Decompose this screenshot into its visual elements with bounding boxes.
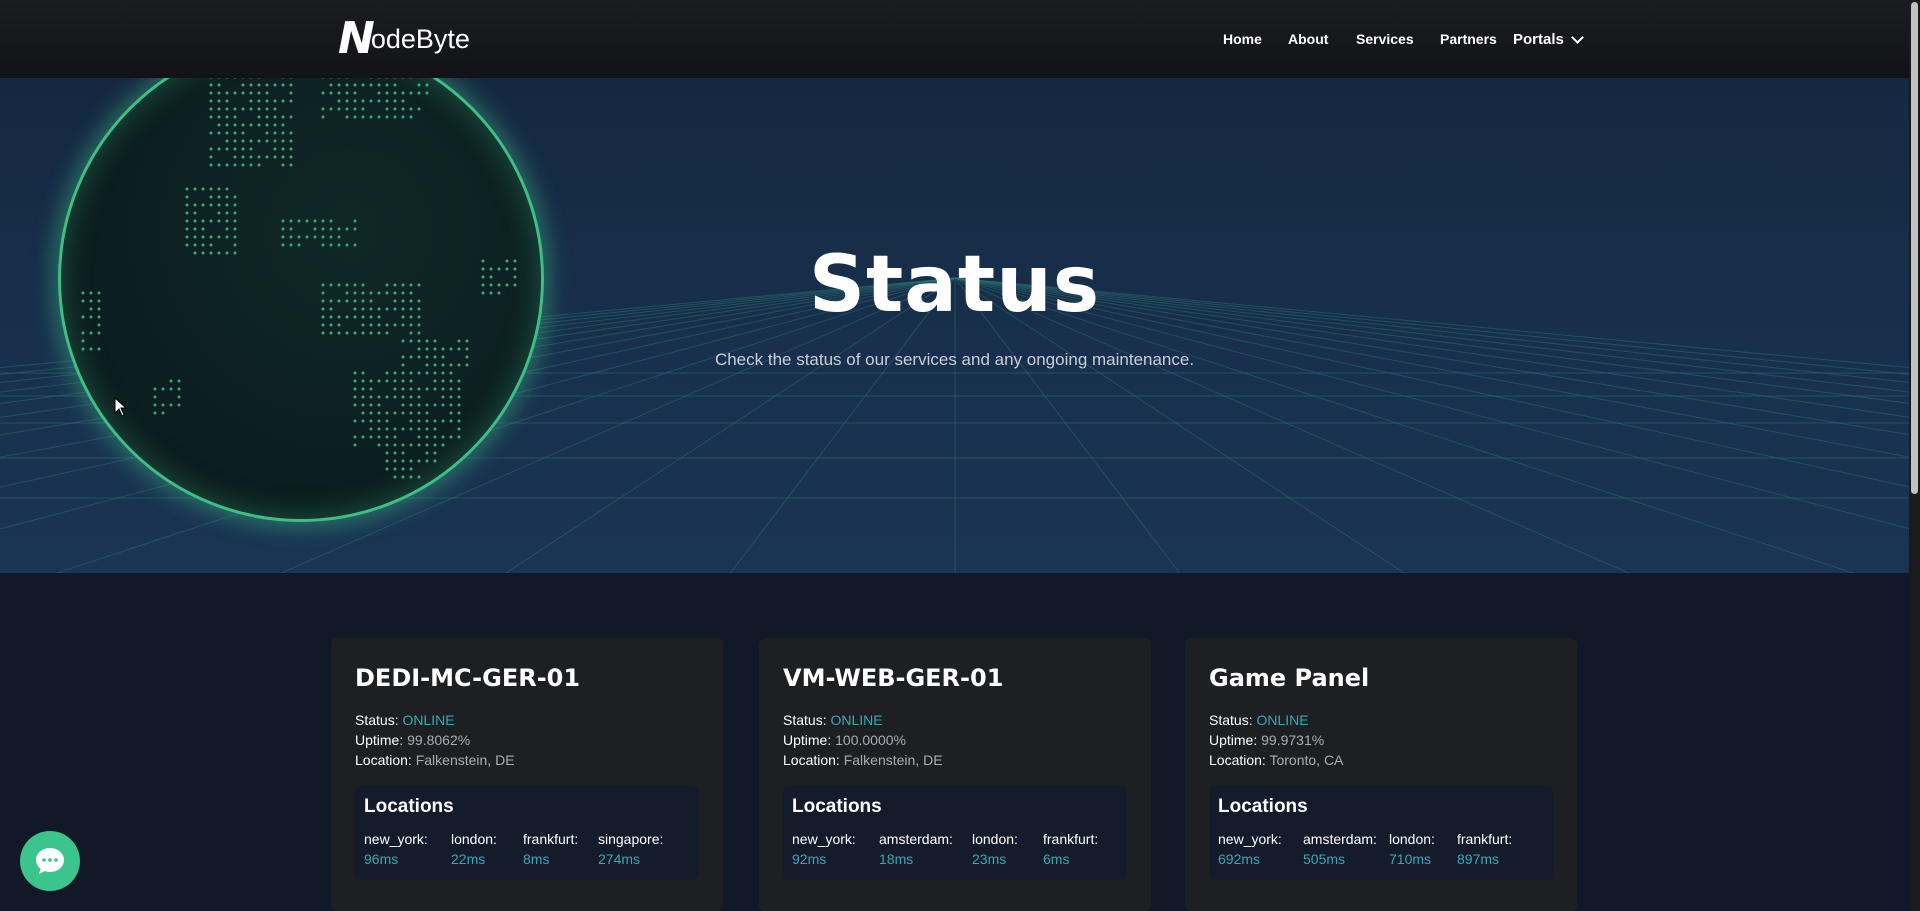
service-name: DEDI-MC-GER-01 [355,664,581,692]
ping-value: 18ms [879,851,914,867]
ping-value: 22ms [451,851,486,867]
locations-panel: Locations new_york: 92ms amsterdam: 18ms l… [783,786,1127,880]
page-title: Status [808,240,1101,330]
ping-value: 23ms [972,851,1007,867]
ping-item: frankfurt: 8ms [523,831,578,867]
service-name: VM-WEB-GER-01 [783,664,1004,692]
location-label: Location: [1209,752,1266,768]
ping-value: 96ms [364,851,399,867]
locations-title: Locations [1218,796,1308,817]
ping-item: amsterdam: 18ms [879,831,953,867]
uptime-line: Uptime: 99.8062% [355,732,470,748]
ping-item: london: 710ms [1389,831,1435,867]
logo-text: odeByte [370,23,470,54]
uptime-value: 99.8062% [407,732,471,748]
ping-value: 6ms [1043,851,1070,867]
uptime-label: Uptime: [355,732,404,748]
status-label: Status: [1209,712,1253,728]
location-value: Falkenstein, DE [843,752,943,768]
uptime-line: Uptime: 100.0000% [783,732,906,748]
uptime-label: Uptime: [1209,732,1258,748]
page-scrollbar-thumb[interactable] [1911,2,1918,494]
status-label: Status: [355,712,399,728]
ping-value: 710ms [1389,851,1432,867]
ping-city: london: [1389,831,1435,847]
location-line: Location: Falkenstein, DE [783,752,943,768]
location-value: Falkenstein, DE [415,752,515,768]
service-card-vm-web-ger-01: VM-WEB-GER-01 Status: ONLINE Uptime: 100… [759,638,1151,911]
ping-value: 692ms [1218,851,1261,867]
ping-item: frankfurt: 897ms [1457,831,1512,867]
page-subtitle: Check the status of our services and any… [714,350,1195,369]
uptime-line: Uptime: 99.9731% [1209,732,1324,748]
hero-section: Status Check the status of our services … [0,78,1909,573]
service-card-dedi-mc-ger-01: DEDI-MC-GER-01 Status: ONLINE Uptime: 99… [331,638,723,911]
nav-link-home[interactable]: Home [1223,31,1262,47]
logo-initial: N [338,13,375,64]
ping-city: frankfurt: [523,831,579,847]
ping-city: frankfurt: [1043,831,1099,847]
ping-value: 897ms [1457,851,1500,867]
ping-value: 505ms [1303,851,1346,867]
ping-city: new_york: [364,831,428,847]
status-line: Status: ONLINE [355,712,455,728]
uptime-value: 100.0000% [835,732,906,748]
ping-value: 92ms [792,851,827,867]
locations-title: Locations [364,796,454,817]
nav-link-services[interactable]: Services [1356,31,1414,47]
ping-item: london: 23ms [972,831,1018,867]
service-name: Game Panel [1209,664,1370,692]
ping-value: 274ms [598,851,641,867]
nodebyte-logo[interactable]: N odeByte [338,13,470,64]
ping-city: amsterdam: [1303,831,1377,847]
chat-widget-button[interactable] [20,831,80,891]
ping-item: new_york: 92ms [792,831,856,867]
ping-city: london: [451,831,497,847]
ping-city: london: [972,831,1018,847]
location-label: Location: [783,752,840,768]
nav-link-about[interactable]: About [1288,31,1328,47]
chat-bubble-icon [36,848,64,874]
ping-item: new_york: 96ms [364,831,428,867]
location-line: Location: Falkenstein, DE [355,752,515,768]
location-line: Location: Toronto, CA [1209,752,1343,768]
top-navbar: N odeByte Home About Services Partners P… [0,0,1909,78]
uptime-value: 99.9731% [1261,732,1325,748]
ping-item: new_york: 692ms [1218,831,1282,867]
locations-panel: Locations new_york: 96ms london: 22ms fran… [355,786,699,880]
nav-link-partners[interactable]: Partners [1440,31,1497,47]
location-label: Location: [355,752,412,768]
mouse-pointer-icon [114,397,128,417]
ping-item: amsterdam: 505ms [1303,831,1377,867]
ping-city: amsterdam: [879,831,953,847]
location-value: Toronto, CA [1269,752,1344,768]
ping-city: new_york: [1218,831,1282,847]
chevron-down-icon [1570,30,1584,44]
ping-value: 8ms [523,851,550,867]
ping-city: new_york: [792,831,856,847]
locations-title: Locations [792,796,882,817]
ping-city: singapore: [598,831,664,847]
ping-item: singapore: 274ms [598,831,663,867]
ping-item: frankfurt: 6ms [1043,831,1098,867]
status-value: ONLINE [1256,712,1309,728]
locations-panel: Locations new_york: 692ms amsterdam: 505ms… [1209,786,1553,880]
status-value: ONLINE [830,712,883,728]
uptime-label: Uptime: [783,732,832,748]
ping-city: frankfurt: [1457,831,1513,847]
status-value: ONLINE [402,712,455,728]
status-line: Status: ONLINE [783,712,883,728]
status-line: Status: ONLINE [1209,712,1309,728]
nav-dropdown-portals[interactable]: Portals [1513,30,1584,48]
service-card-game-panel: Game Panel Status: ONLINE Uptime: 99.973… [1185,638,1577,911]
portals-label: Portals [1513,30,1564,48]
status-label: Status: [783,712,827,728]
ping-item: london: 22ms [451,831,497,867]
